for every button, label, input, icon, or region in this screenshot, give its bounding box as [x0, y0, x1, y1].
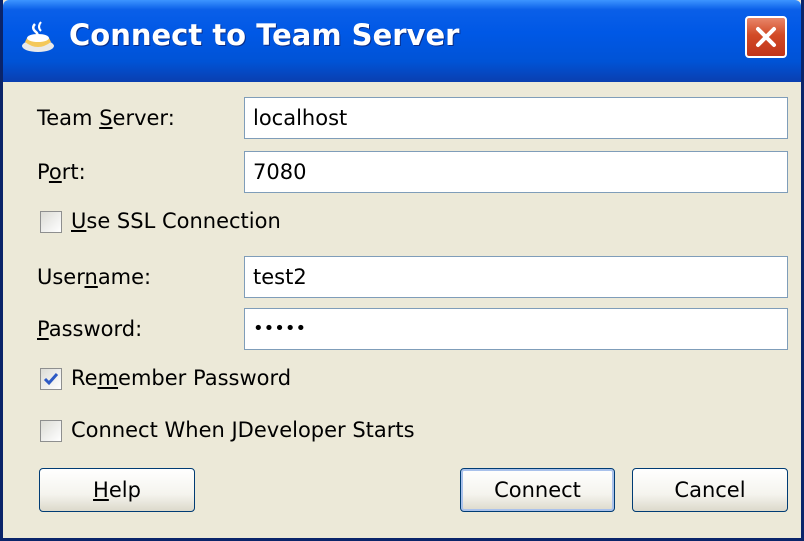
use-ssl-label[interactable]: Use SSL Connection [71, 209, 281, 233]
connect-on-start-checkbox[interactable] [40, 420, 62, 442]
password-input[interactable]: ••••• [244, 308, 788, 350]
remember-password-checkbox[interactable] [40, 368, 62, 390]
password-label: Password: [37, 317, 143, 341]
team-server-input[interactable]: localhost [244, 97, 788, 139]
checkmark-icon [43, 373, 59, 386]
username-input[interactable]: test2 [244, 256, 788, 298]
cancel-button[interactable]: Cancel [632, 468, 788, 512]
connect-button[interactable]: Connect [460, 468, 615, 512]
port-input[interactable]: 7080 [244, 151, 788, 193]
username-label: Username: [37, 265, 152, 289]
team-server-label: Team Server: [37, 106, 175, 130]
window-title: Connect to Team Server [69, 18, 460, 52]
java-coffee-cup-icon [22, 21, 54, 52]
title-bar[interactable]: Connect to Team Server [3, 0, 801, 82]
port-label: Port: [37, 160, 86, 184]
close-icon [756, 27, 776, 47]
use-ssl-checkbox[interactable] [40, 211, 62, 233]
dialog-window: Connect to Team Server Team Server: loca… [0, 0, 804, 541]
remember-password-label[interactable]: Remember Password [71, 366, 291, 390]
close-button[interactable] [745, 16, 787, 58]
help-button[interactable]: Help [39, 468, 195, 512]
connect-on-start-label[interactable]: Connect When JDeveloper Starts [71, 418, 415, 442]
